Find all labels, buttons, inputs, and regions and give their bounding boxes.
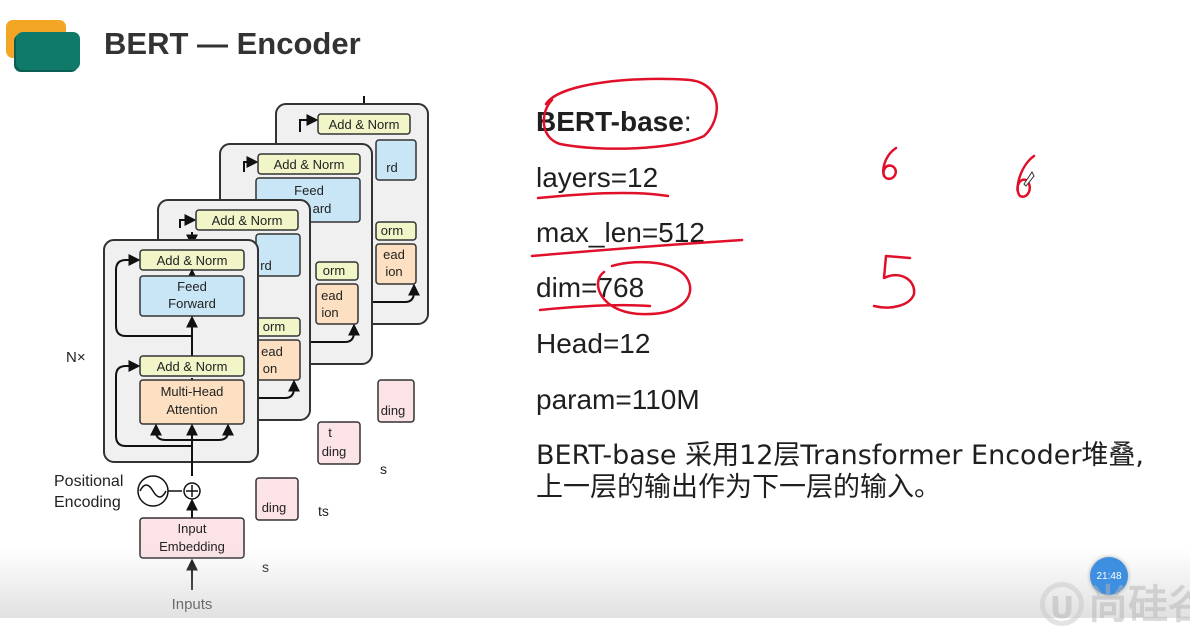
description-line-2: 上一层的输出作为下一层的输入。 (536, 472, 941, 503)
peek-label: ion (321, 305, 338, 320)
mha-label-2: Attention (166, 402, 217, 417)
handwritten-digit (872, 254, 916, 309)
description: BERT-base 采用12层Transformer Encoder堆叠, 上一… (536, 440, 1176, 504)
description-line-1: BERT-base 采用12层Transformer Encoder堆叠, (536, 440, 1145, 471)
peek-label: ead (261, 344, 283, 359)
config-name-line: BERT-base: (536, 106, 692, 138)
config-layers: layers=12 (536, 162, 659, 193)
embed-label-2: Embedding (159, 539, 225, 554)
peek-label: ding (262, 500, 287, 515)
encoder-diagram: Add & Norm rd orm ead ion ding Add & Nor… (54, 96, 429, 613)
peek-label: on (263, 361, 277, 376)
config-param: param=110M (536, 384, 700, 415)
embed-label-1: Input (178, 521, 207, 536)
add-norm-label: Add & Norm (329, 117, 400, 132)
peek-label: orm (263, 319, 285, 334)
add-norm-label: Add & Norm (212, 213, 283, 228)
encoder-block (103, 239, 259, 463)
add-norm-label: Add & Norm (157, 359, 228, 374)
config-name: BERT-base (536, 106, 684, 137)
config-dim: dim=768 (536, 272, 645, 303)
config-head: Head=12 (536, 328, 651, 359)
handwritten-digit (1016, 154, 1036, 198)
feed-label-2: Forward (168, 296, 216, 311)
add-norm-label: Add & Norm (274, 157, 345, 172)
pen-cursor-icon (1023, 171, 1035, 187)
watermark: U 尚硅谷 (1040, 572, 1190, 630)
positional-label-2: Encoding (54, 494, 121, 511)
peek-label: orm (381, 223, 403, 238)
nx-label: N× (66, 349, 86, 366)
peek-label: ding (322, 444, 347, 459)
config-max-len: max_len=512 (536, 217, 705, 248)
peek-label: s (380, 461, 387, 477)
positional-label-1: Positional (54, 473, 123, 490)
peek-label: ead (321, 288, 343, 303)
peek-label: ard (313, 201, 332, 216)
mha-label-1: Multi-Head (161, 384, 224, 399)
peek-label: ts (318, 503, 329, 519)
watermark-letter: U (1040, 582, 1084, 626)
peek-label: rd (260, 258, 272, 273)
inputs-label: Inputs (172, 596, 213, 613)
add-norm-label: Add & Norm (157, 253, 228, 268)
peek-label: ding (381, 403, 406, 418)
config-name-suffix: : (683, 106, 692, 137)
annotation-text: 6 (890, 177, 892, 179)
annotation-text: 6 (1022, 195, 1024, 197)
feed-label: Feed (294, 183, 324, 198)
peek-label: ion (385, 264, 402, 279)
handwritten-digit (882, 146, 898, 181)
watermark-text: 尚硅谷 (1088, 582, 1190, 628)
annotation-text: 5 (894, 305, 896, 307)
encoder-front-block: Add & Norm Feed Forward Add & Norm Multi… (54, 232, 259, 613)
peek-label: rd (386, 160, 398, 175)
peek-label: t (328, 425, 332, 440)
peek-label: ead (383, 247, 405, 262)
peek-label: orm (323, 263, 345, 278)
feed-label-1: Feed (177, 279, 207, 294)
peek-label: s (262, 559, 269, 575)
